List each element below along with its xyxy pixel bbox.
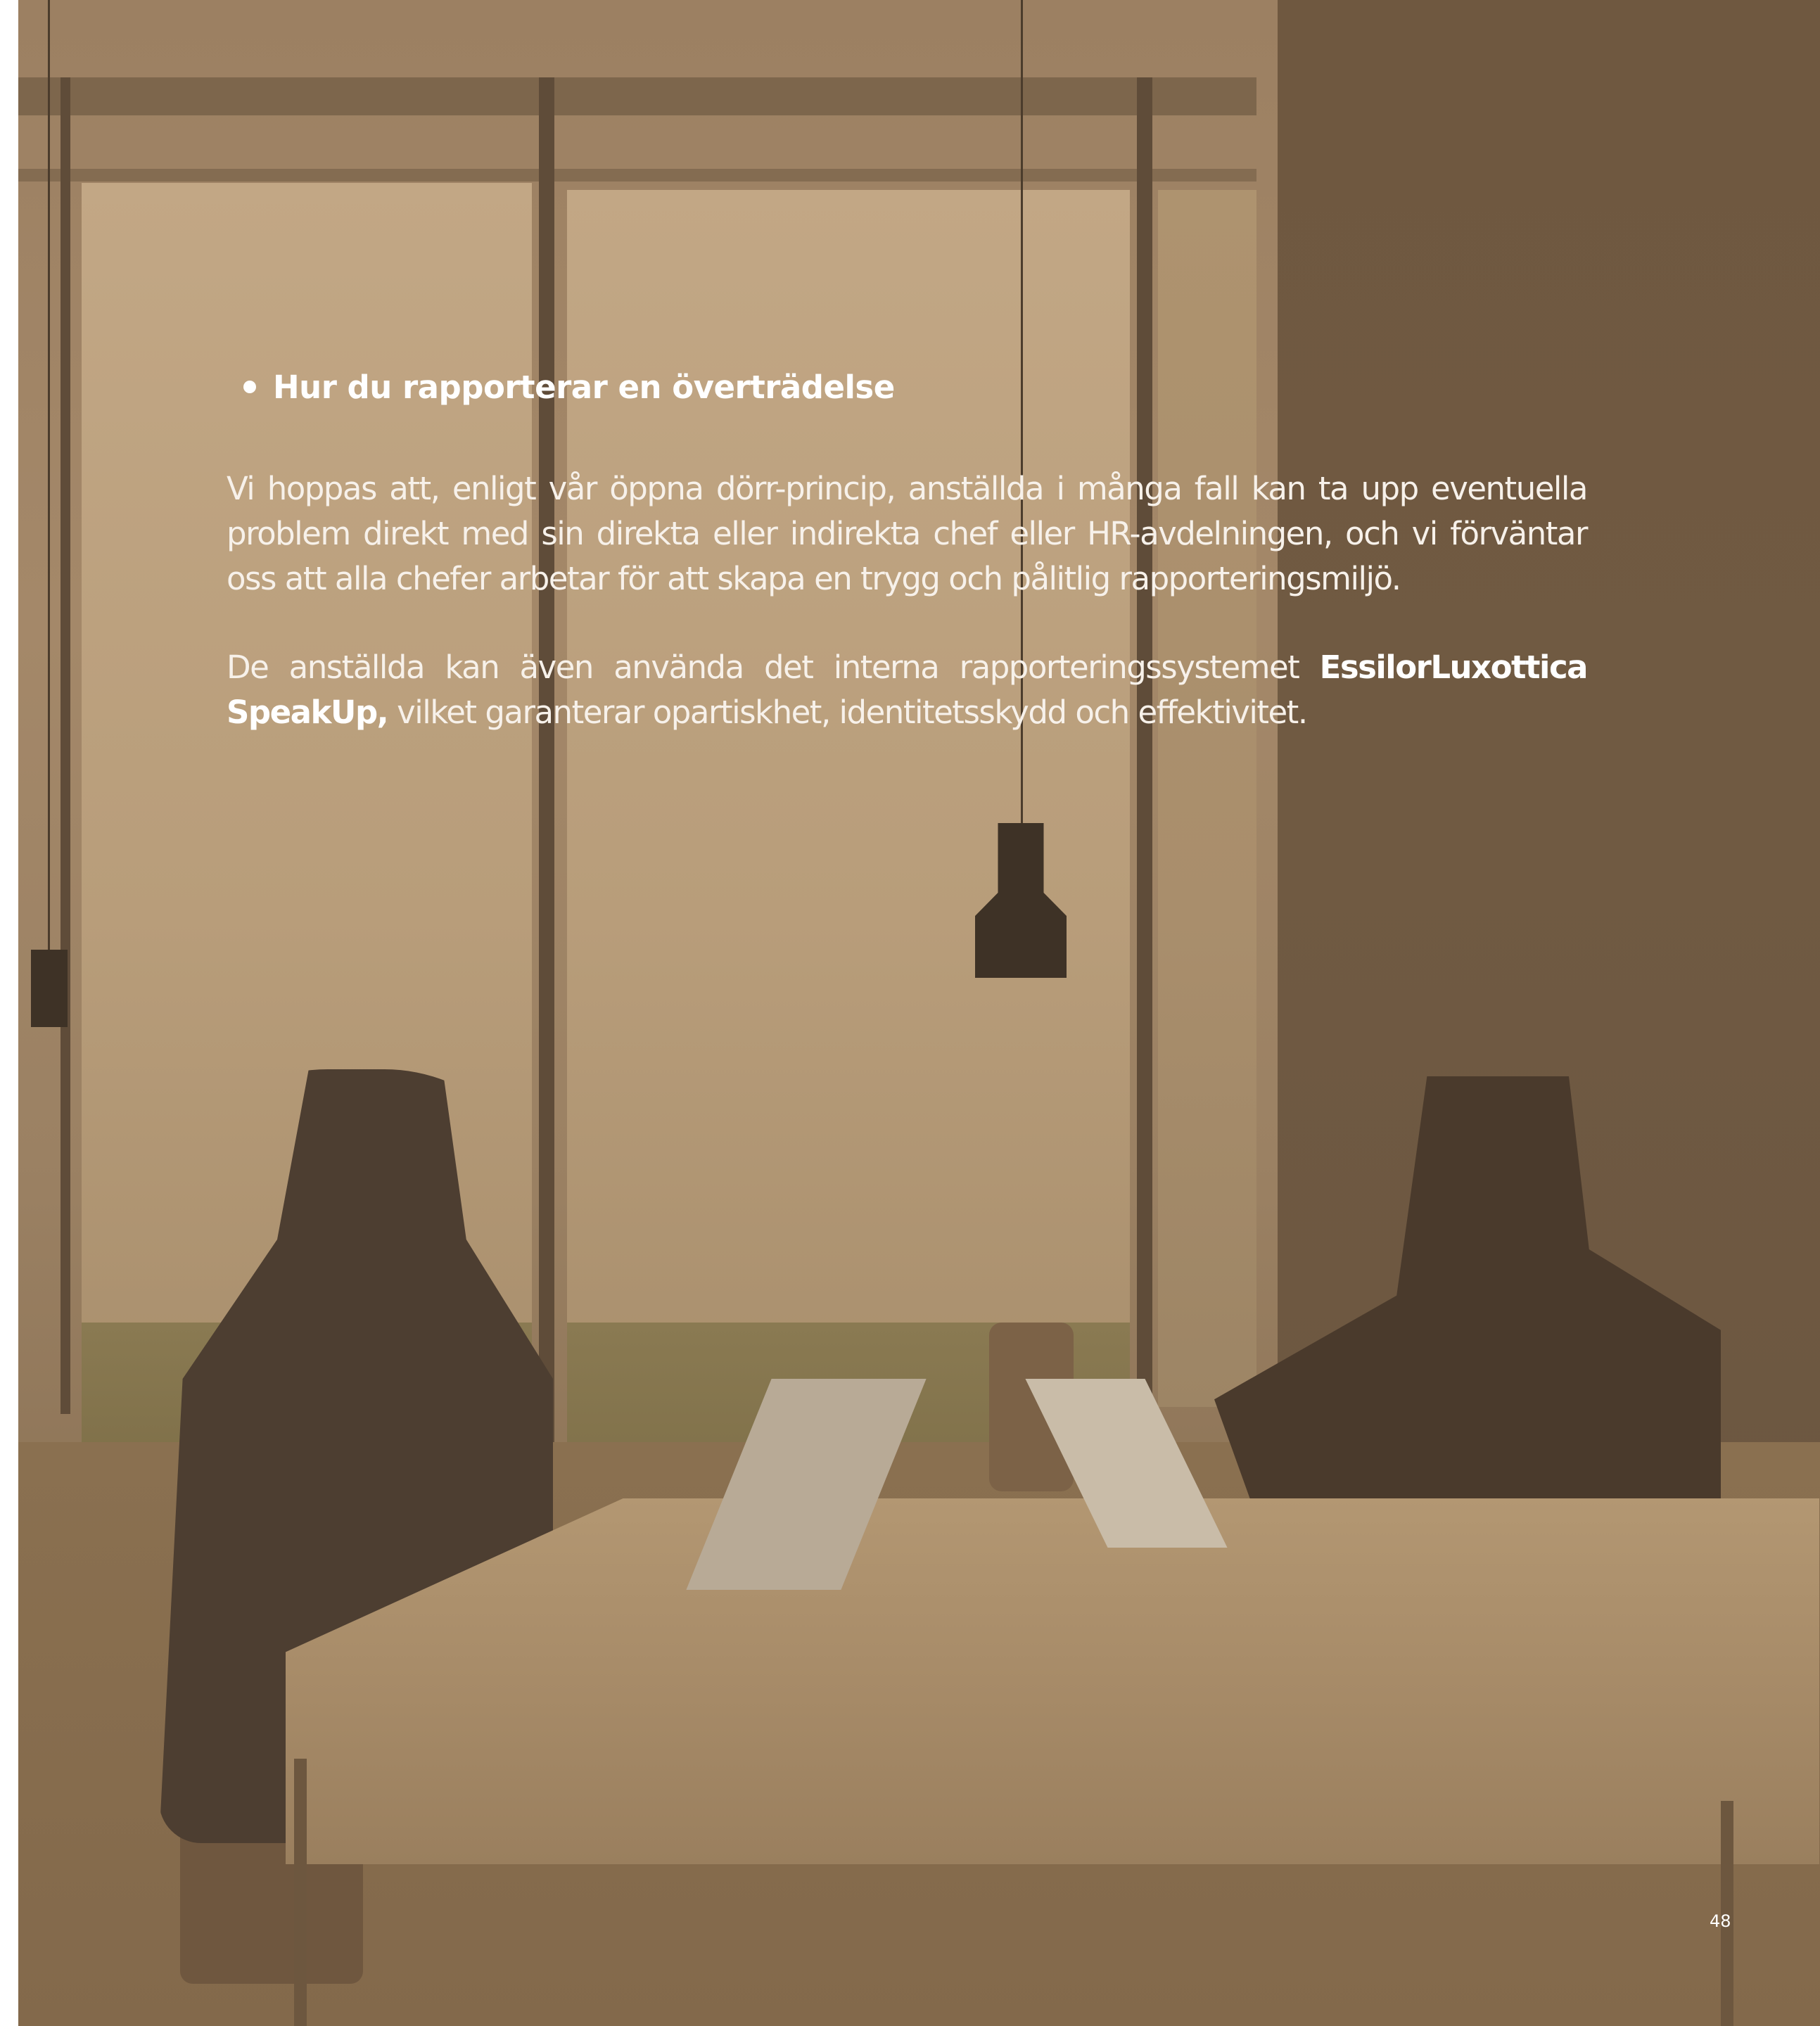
pendant-lamp — [31, 950, 68, 1027]
document-page: Hur du rapporterar en överträdelse Vi ho… — [18, 0, 1820, 2026]
window-mullion — [1137, 77, 1152, 1491]
table-leg — [294, 1759, 307, 2026]
window-mullion — [61, 77, 70, 1414]
section-heading: Hur du rapporterar en överträdelse — [273, 368, 895, 406]
ceiling-beam — [18, 77, 1256, 115]
pendant-lamp-cord — [48, 0, 50, 957]
page-number: 48 — [1710, 1911, 1731, 1931]
background-photo — [18, 0, 1820, 2026]
paragraph-open-door-policy: Vi hoppas att, enligt vår öppna dörr-pri… — [227, 470, 1589, 597]
section-heading-row: Hur du rapporterar en överträdelse — [227, 366, 1587, 408]
speakup-intro-text: De anställda kan även använda det intern… — [227, 649, 1320, 686]
table — [286, 1498, 1819, 1864]
paragraph-speakup: De anställda kan även använda det intern… — [227, 645, 1589, 735]
bullet-icon — [243, 381, 256, 393]
speakup-outro-text: vilket garanterar opartiskhet, identitet… — [388, 694, 1308, 731]
text-block: Hur du rapporterar en överträdelse Vi ho… — [227, 366, 1589, 735]
ceiling-beam-lower — [18, 169, 1256, 181]
window-mullion — [539, 77, 554, 1491]
